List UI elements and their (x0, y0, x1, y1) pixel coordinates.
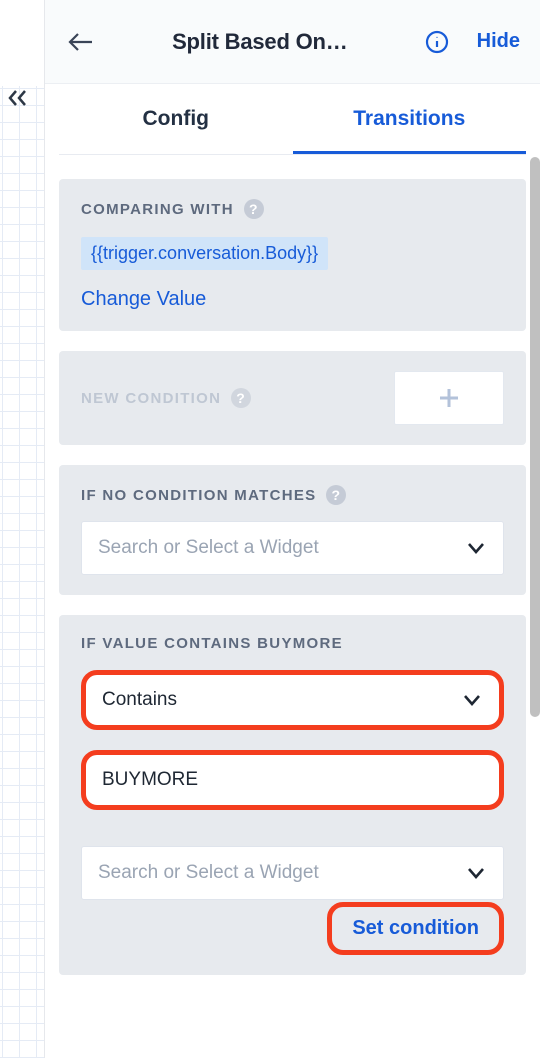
info-icon[interactable] (423, 28, 451, 56)
add-condition-button[interactable] (394, 371, 504, 425)
dropdown-placeholder: Search or Select a Widget (98, 537, 465, 559)
dropdown-placeholder: Search or Select a Widget (98, 862, 465, 884)
comparing-with-card: COMPARING WITH ? {{trigger.conversation.… (59, 179, 526, 331)
tab-config[interactable]: Config (59, 84, 293, 154)
chevron-down-icon (465, 537, 487, 559)
help-icon[interactable]: ? (244, 199, 264, 219)
operator-value: Contains (102, 689, 461, 711)
back-button[interactable] (65, 26, 97, 58)
if-no-condition-card: IF NO CONDITION MATCHES ? Search or Sele… (59, 465, 526, 595)
collapse-panel-handle[interactable] (3, 83, 33, 113)
comparing-with-heading: COMPARING WITH ? (81, 199, 504, 219)
condition-value-input[interactable]: BUYMORE (81, 750, 504, 810)
tab-transitions[interactable]: Transitions (293, 84, 527, 154)
panel-topbar: Split Based On… Hide (45, 0, 540, 84)
if-no-condition-heading-text: IF NO CONDITION MATCHES (81, 487, 316, 504)
new-condition-heading: NEW CONDITION ? (81, 388, 251, 408)
scroll-area: COMPARING WITH ? {{trigger.conversation.… (45, 155, 540, 1058)
help-icon[interactable]: ? (231, 388, 251, 408)
operator-dropdown[interactable]: Contains (81, 670, 504, 730)
new-condition-card: NEW CONDITION ? (59, 351, 526, 445)
inspector-panel: Split Based On… Hide Config Transitions … (44, 0, 540, 1058)
hide-panel-link[interactable]: Hide (477, 30, 520, 53)
chevron-down-icon (465, 862, 487, 884)
if-value-contains-card: IF VALUE CONTAINS BUYMORE Contains BUYMO… (59, 615, 526, 975)
new-condition-heading-text: NEW CONDITION (81, 390, 221, 407)
help-icon[interactable]: ? (326, 485, 346, 505)
change-value-link[interactable]: Change Value (81, 288, 206, 311)
condition-value-text: BUYMORE (102, 769, 198, 791)
if-value-contains-heading: IF VALUE CONTAINS BUYMORE (81, 635, 504, 652)
panel-title: Split Based On… (111, 29, 409, 55)
if-value-contains-heading-text: IF VALUE CONTAINS BUYMORE (81, 635, 343, 652)
no-match-widget-dropdown[interactable]: Search or Select a Widget (81, 521, 504, 575)
match-widget-dropdown[interactable]: Search or Select a Widget (81, 846, 504, 900)
chevron-down-icon (461, 689, 483, 711)
if-no-condition-heading: IF NO CONDITION MATCHES ? (81, 485, 504, 505)
set-condition-button[interactable]: Set condition (327, 902, 504, 955)
comparing-with-value-chip[interactable]: {{trigger.conversation.Body}} (81, 237, 328, 270)
comparing-with-heading-text: COMPARING WITH (81, 201, 234, 218)
scrollbar-vertical[interactable] (530, 157, 540, 717)
tab-bar: Config Transitions (45, 84, 540, 154)
